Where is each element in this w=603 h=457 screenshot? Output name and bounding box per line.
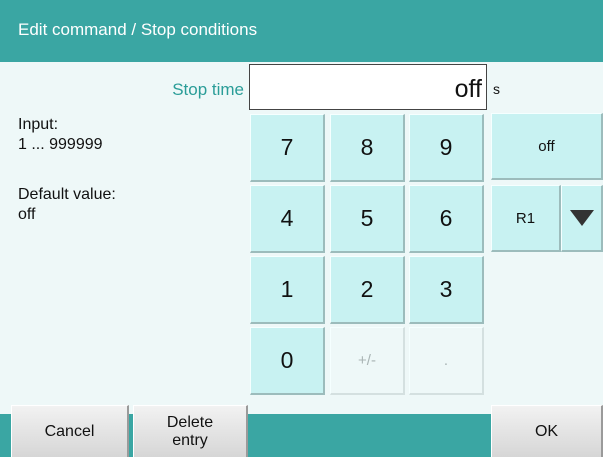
chevron-down-icon [569, 210, 594, 226]
sign-toggle-key: +/- [330, 327, 405, 395]
input-range: 1 ... 999999 [18, 136, 103, 153]
default-value-label: Default value: [18, 186, 116, 203]
key-4[interactable]: 4 [250, 185, 325, 253]
register-button[interactable]: R1 [491, 185, 561, 252]
key-8[interactable]: 8 [330, 114, 405, 182]
unit-label: s [493, 81, 500, 97]
title-bar: Edit command / Stop conditions [0, 0, 603, 62]
key-0[interactable]: 0 [250, 327, 325, 395]
decimal-point-key: . [409, 327, 484, 395]
input-label: Input: [18, 116, 59, 133]
key-1[interactable]: 1 [250, 256, 325, 324]
key-5[interactable]: 5 [330, 185, 405, 253]
key-7[interactable]: 7 [250, 114, 325, 182]
key-2[interactable]: 2 [330, 256, 405, 324]
key-3[interactable]: 3 [409, 256, 484, 324]
stop-time-label: Stop time [172, 80, 244, 99]
window-title: Edit command / Stop conditions [18, 20, 258, 39]
register-dropdown-button[interactable] [561, 185, 603, 252]
ok-button[interactable]: OK [491, 405, 603, 457]
key-6[interactable]: 6 [409, 185, 484, 253]
stop-time-value: off [454, 75, 482, 103]
delete-entry-line1: Delete [166, 413, 214, 431]
key-9[interactable]: 9 [409, 114, 484, 182]
default-value: off [18, 206, 36, 223]
delete-entry-button[interactable]: Delete entry [133, 405, 248, 457]
off-button[interactable]: off [491, 113, 603, 180]
cancel-button[interactable]: Cancel [11, 405, 129, 457]
delete-entry-line2: entry [172, 431, 208, 449]
stop-time-input[interactable]: off [249, 64, 487, 110]
